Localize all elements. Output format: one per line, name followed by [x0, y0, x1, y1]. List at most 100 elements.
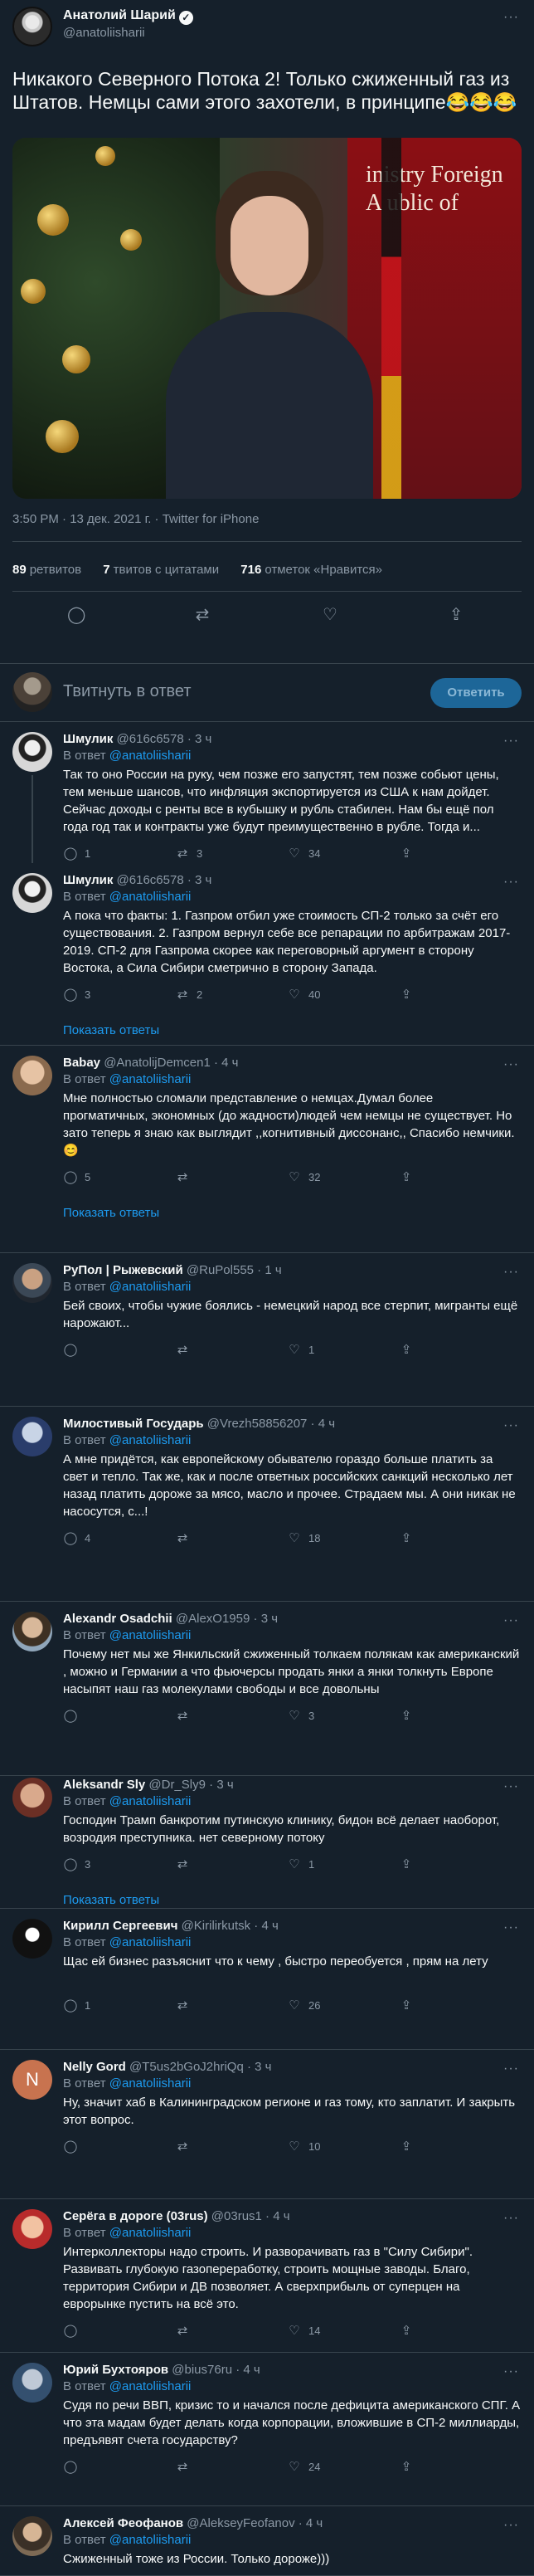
reply-button[interactable]: ◯ 4	[63, 1530, 91, 1547]
reply-avatar[interactable]	[12, 873, 52, 913]
reply-author-handle[interactable]: @RuPol555	[187, 1263, 254, 1277]
like-button[interactable]: ♡ 10	[287, 2139, 320, 2155]
reply-author-name[interactable]: Алексей Феофанов	[63, 2516, 183, 2530]
reply-author-handle[interactable]: @AnatolijDemcen1	[104, 1056, 211, 1070]
retweet-button[interactable]: ⇄	[175, 1856, 197, 1873]
more-options-icon[interactable]: ···	[503, 2211, 519, 2226]
like-button[interactable]: ♡ 24	[287, 2459, 320, 2476]
reply-author-handle[interactable]: @616c6578	[117, 732, 184, 746]
share-button[interactable]: ⇪	[399, 1708, 420, 1725]
more-options-icon[interactable]: ···	[503, 2518, 519, 2533]
reply-button[interactable]: Ответить	[430, 678, 522, 708]
reply-author-name[interactable]: Кирилл Сергеевич	[63, 1919, 177, 1933]
author-name[interactable]: Анатолий Шарий	[63, 8, 176, 22]
reply-avatar[interactable]	[12, 1263, 52, 1303]
reply-author-name[interactable]: Юрий Бухтояров	[63, 2363, 168, 2377]
like-button[interactable]: ♡ 1	[287, 1342, 314, 1359]
mention-link[interactable]: @anatoliisharii	[109, 1072, 192, 1086]
tweet-timestamp[interactable]: 3:50 PM · 13 дек. 2021 г. · Twitter for …	[12, 512, 259, 526]
share-button[interactable]: ⇪	[399, 2139, 420, 2155]
tweet-image[interactable]: inistry Foreign A ublic of	[12, 138, 522, 499]
retweet-button[interactable]: ⇄	[175, 1530, 197, 1547]
reply-avatar[interactable]	[12, 1919, 52, 1959]
mention-link[interactable]: @anatoliisharii	[109, 749, 192, 763]
share-button[interactable]: ⇪	[399, 2459, 420, 2476]
reply-avatar[interactable]	[12, 2516, 52, 2556]
reply-time[interactable]: 1 ч	[265, 1263, 281, 1277]
reply-button[interactable]: ◯	[63, 2459, 85, 2476]
reply-tweet[interactable]: Шмулик @616c6578 · 3 ч ··· В ответ @anatol…	[0, 863, 534, 1046]
reply-author-handle[interactable]: @AlexO1959	[176, 1612, 250, 1626]
mention-link[interactable]: @anatoliisharii	[109, 2379, 192, 2393]
like-button[interactable]: ♡ 26	[287, 1998, 320, 2014]
reply-button[interactable]: ◯ 5	[63, 1169, 91, 1186]
retweet-icon[interactable]: ⇄	[193, 606, 211, 624]
reply-button[interactable]: ◯ 3	[63, 987, 91, 1003]
more-options-icon[interactable]: ···	[503, 1265, 519, 1280]
reply-author-name[interactable]: Шмулик	[63, 873, 113, 887]
retweet-button[interactable]: ⇄	[175, 1169, 197, 1186]
like-button[interactable]: ♡ 3	[287, 1708, 314, 1725]
reply-tweet[interactable]: Aleksandr Sly @Dr_Sly9 · 3 ч ··· В ответ @…	[0, 1768, 534, 1909]
reply-tweet[interactable]: Alexandr Osadchii @AlexO1959 · 3 ч ··· В о…	[0, 1602, 534, 1776]
reply-avatar[interactable]	[12, 732, 52, 772]
retweet-button[interactable]: ⇄	[175, 1998, 197, 2014]
show-replies-link[interactable]: Показать ответы	[63, 1893, 159, 1907]
quotes-stat[interactable]: 7 твитов с цитатами	[103, 563, 219, 577]
reply-time[interactable]: 3 ч	[195, 732, 211, 746]
share-button[interactable]: ⇪	[399, 987, 420, 1003]
reply-time[interactable]: 3 ч	[195, 873, 211, 887]
reply-icon[interactable]: ◯	[67, 606, 85, 624]
reply-time[interactable]: 4 ч	[221, 1056, 238, 1070]
retweets-stat[interactable]: 89 ретвитов	[12, 563, 81, 577]
reply-time[interactable]: 3 ч	[255, 2060, 271, 2074]
mention-link[interactable]: @anatoliisharii	[109, 2533, 192, 2547]
more-options-icon[interactable]: ···	[503, 734, 519, 749]
more-options-icon[interactable]: ···	[503, 1418, 519, 1433]
more-options-icon[interactable]: ···	[503, 1613, 519, 1628]
likes-stat[interactable]: 716 отметок «Нравится»	[240, 563, 382, 577]
reply-avatar[interactable]	[12, 1056, 52, 1095]
like-button[interactable]: ♡ 32	[287, 1169, 320, 1186]
more-options-icon[interactable]: ···	[503, 875, 519, 890]
retweet-button[interactable]: ⇄	[175, 2139, 197, 2155]
reply-button[interactable]: ◯ 3	[63, 1856, 91, 1873]
share-button[interactable]: ⇪	[399, 1342, 420, 1359]
share-button[interactable]: ⇪	[399, 1530, 420, 1547]
reply-time[interactable]: 4 ч	[318, 1417, 335, 1431]
reply-avatar[interactable]	[12, 1612, 52, 1651]
reply-author-handle[interactable]: @bius76ru	[172, 2363, 232, 2377]
reply-time[interactable]: 3 ч	[216, 1778, 233, 1792]
reply-author-name[interactable]: Шмулик	[63, 732, 113, 746]
reply-avatar[interactable]	[12, 2209, 52, 2249]
reply-tweet[interactable]: Кирилл Сергеевич @Kirilirkutsk · 4 ч ··· В…	[0, 1909, 534, 2050]
reply-button[interactable]: ◯	[63, 2139, 85, 2155]
mention-link[interactable]: @anatoliisharii	[109, 2076, 192, 2091]
reply-avatar-initial[interactable]: N	[12, 2060, 52, 2100]
reply-tweet[interactable]: Шмулик @616c6578 · 3 ч ··· В ответ @anatol…	[0, 722, 534, 863]
reply-button[interactable]: ◯ 1	[63, 846, 91, 862]
reply-tweet[interactable]: N Nelly Gord @T5us2bGoJ2hriQq · 3 ч ··· В о…	[0, 2050, 534, 2199]
reply-author-name[interactable]: Серёга в дороге (03rus)	[63, 2209, 208, 2223]
reply-author-handle[interactable]: @AlekseyFeofanov	[187, 2516, 294, 2530]
like-button[interactable]: ♡ 40	[287, 987, 320, 1003]
reply-time[interactable]: 3 ч	[261, 1612, 278, 1626]
reply-tweet[interactable]: Юрий Бухтояров @bius76ru · 4 ч ··· В ответ…	[0, 2353, 534, 2506]
reply-author-handle[interactable]: @T5us2bGoJ2hriQq	[129, 2060, 244, 2074]
reply-author-handle[interactable]: @616c6578	[117, 873, 184, 887]
mention-link[interactable]: @anatoliisharii	[109, 1433, 192, 1447]
reply-button[interactable]: ◯ 1	[63, 1998, 91, 2014]
author-avatar[interactable]	[12, 7, 52, 46]
show-replies-link[interactable]: Показать ответы	[63, 1206, 159, 1220]
reply-tweet[interactable]: Серёга в дороге (03rus) @03rus1 · 4 ч ···…	[0, 2199, 534, 2353]
mention-link[interactable]: @anatoliisharii	[109, 1935, 192, 1949]
retweet-button[interactable]: ⇄ 3	[175, 846, 203, 862]
share-icon[interactable]: ⇪	[447, 606, 465, 624]
reply-avatar[interactable]	[12, 1417, 52, 1456]
like-button[interactable]: ♡ 14	[287, 2323, 320, 2339]
like-button[interactable]: ♡ 34	[287, 846, 320, 862]
mention-link[interactable]: @anatoliisharii	[109, 1280, 192, 1294]
reply-tweet[interactable]: Babay @AnatolijDemcen1 · 4 ч ··· В ответ @…	[0, 1046, 534, 1253]
like-button[interactable]: ♡ 1	[287, 1856, 314, 1873]
like-icon[interactable]: ♡	[321, 606, 339, 624]
